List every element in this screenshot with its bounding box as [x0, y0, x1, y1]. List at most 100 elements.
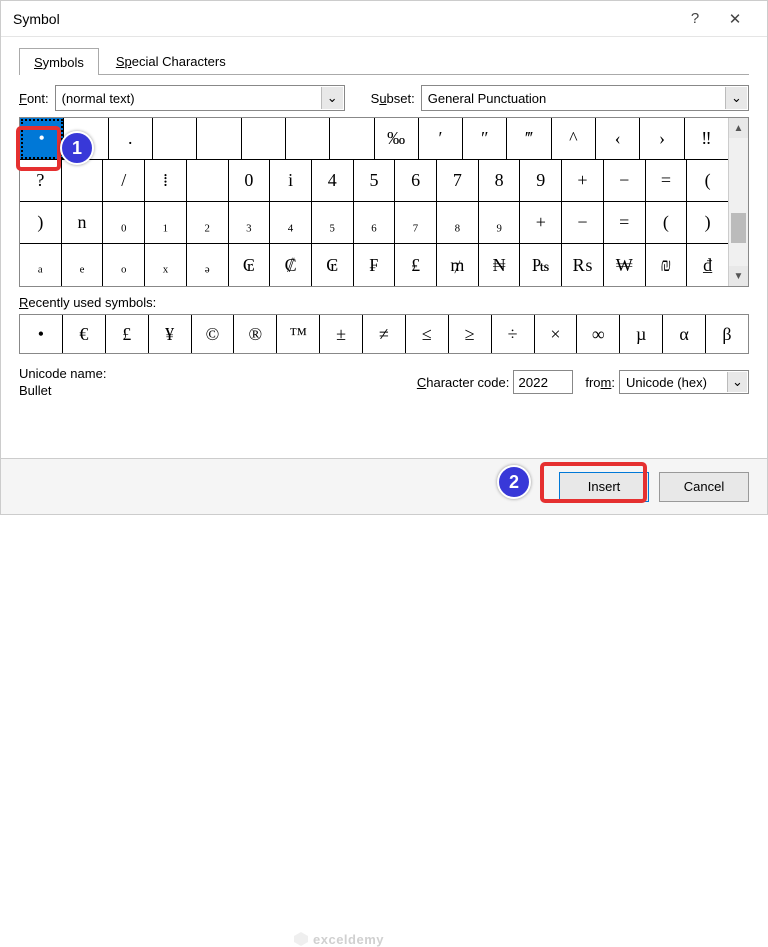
- font-dropdown[interactable]: (normal text) ⌄: [55, 85, 345, 111]
- symbol-cell[interactable]: ₆: [354, 202, 396, 244]
- symbol-cell[interactable]: ^: [552, 118, 596, 160]
- recent-symbol-cell[interactable]: •: [20, 315, 63, 353]
- recent-symbol-cell[interactable]: α: [663, 315, 706, 353]
- symbol-cell[interactable]: ″: [463, 118, 507, 160]
- symbol-cell[interactable]: ₂: [187, 202, 229, 244]
- recent-symbol-cell[interactable]: €: [63, 315, 106, 353]
- insert-button[interactable]: Insert: [559, 472, 649, 502]
- recent-symbol-cell[interactable]: ©: [192, 315, 235, 353]
- symbol-cell[interactable]: ⁞: [145, 160, 187, 202]
- symbol-cell[interactable]: ₉: [479, 202, 521, 244]
- symbol-cell[interactable]: +: [562, 160, 604, 202]
- symbol-cell[interactable]: 6: [395, 160, 437, 202]
- from-dropdown[interactable]: Unicode (hex) ⌄: [619, 370, 749, 394]
- symbol-cell[interactable]: ₢: [229, 244, 271, 286]
- dialog-title: Symbol: [13, 11, 675, 27]
- symbol-cell[interactable]: [286, 118, 330, 160]
- symbol-cell[interactable]: 8: [479, 160, 521, 202]
- symbol-cell[interactable]: =: [604, 202, 646, 244]
- recent-symbol-cell[interactable]: ≥: [449, 315, 492, 353]
- close-button[interactable]: ✕: [715, 10, 755, 28]
- symbol-cell[interactable]: [197, 118, 241, 160]
- symbol-cell[interactable]: ₣: [354, 244, 396, 286]
- symbol-cell[interactable]: ′: [419, 118, 463, 160]
- symbol-cell[interactable]: ₪: [646, 244, 688, 286]
- recent-symbol-cell[interactable]: µ: [620, 315, 663, 353]
- symbol-cell[interactable]: ₤: [395, 244, 437, 286]
- recent-symbol-cell[interactable]: ™: [277, 315, 320, 353]
- symbol-cell[interactable]: 0: [229, 160, 271, 202]
- symbol-cell[interactable]: ‰: [375, 118, 419, 160]
- symbol-cell[interactable]: ₀: [103, 202, 145, 244]
- recent-symbol-cell[interactable]: ≠: [363, 315, 406, 353]
- symbol-cell[interactable]: −: [604, 160, 646, 202]
- symbol-cell[interactable]: ‼: [685, 118, 728, 160]
- symbol-cell[interactable]: ₓ: [145, 244, 187, 286]
- symbol-cell[interactable]: ₦: [479, 244, 521, 286]
- symbol-cell[interactable]: ₃: [229, 202, 271, 244]
- symbol-cell[interactable]: ‴: [507, 118, 551, 160]
- symbol-cell[interactable]: ): [687, 202, 728, 244]
- symbol-cell[interactable]: ₩: [604, 244, 646, 286]
- symbol-cell[interactable]: ₥: [437, 244, 479, 286]
- symbol-cell[interactable]: ›: [640, 118, 684, 160]
- symbol-cell[interactable]: ₒ: [103, 244, 145, 286]
- symbol-cell[interactable]: .: [109, 118, 153, 160]
- symbol-cell[interactable]: ₐ: [20, 244, 62, 286]
- subset-dropdown[interactable]: General Punctuation ⌄: [421, 85, 749, 111]
- symbol-cell[interactable]: ₨: [562, 244, 604, 286]
- grid-scrollbar[interactable]: ▲ ▼: [728, 118, 748, 286]
- symbol-cell[interactable]: 7: [437, 160, 479, 202]
- symbol-cell[interactable]: ₡: [270, 244, 312, 286]
- recent-symbol-cell[interactable]: β: [706, 315, 748, 353]
- recent-symbol-cell[interactable]: £: [106, 315, 149, 353]
- tab-special-characters[interactable]: Special Characters: [101, 47, 241, 74]
- recent-symbol-cell[interactable]: ¥: [149, 315, 192, 353]
- recent-symbol-cell[interactable]: ≤: [406, 315, 449, 353]
- symbol-cell[interactable]: ): [20, 202, 62, 244]
- symbol-cell[interactable]: ₅: [312, 202, 354, 244]
- symbol-cell[interactable]: •: [20, 118, 64, 160]
- cancel-button[interactable]: Cancel: [659, 472, 749, 502]
- symbol-cell[interactable]: +: [520, 202, 562, 244]
- symbol-cell[interactable]: [62, 160, 104, 202]
- symbol-cell[interactable]: ₢: [312, 244, 354, 286]
- symbol-cell[interactable]: ?: [20, 160, 62, 202]
- scroll-track[interactable]: [729, 138, 748, 266]
- symbol-cell[interactable]: ₄: [270, 202, 312, 244]
- symbol-cell[interactable]: ₈: [437, 202, 479, 244]
- symbol-cell[interactable]: (: [646, 202, 688, 244]
- watermark: exceldemy: [293, 931, 384, 947]
- symbol-cell[interactable]: [242, 118, 286, 160]
- symbol-cell[interactable]: i: [270, 160, 312, 202]
- tab-symbols[interactable]: Symbols: [19, 48, 99, 75]
- symbol-cell[interactable]: (: [687, 160, 728, 202]
- symbol-cell[interactable]: [187, 160, 229, 202]
- symbol-cell[interactable]: /: [103, 160, 145, 202]
- symbol-cell[interactable]: ‹: [596, 118, 640, 160]
- symbol-cell[interactable]: −: [562, 202, 604, 244]
- symbol-cell[interactable]: ₫: [687, 244, 728, 286]
- symbol-cell[interactable]: ₔ: [187, 244, 229, 286]
- recent-symbol-cell[interactable]: ∞: [577, 315, 620, 353]
- symbol-cell[interactable]: 5: [354, 160, 396, 202]
- symbol-cell[interactable]: ₇: [395, 202, 437, 244]
- symbol-cell[interactable]: [330, 118, 374, 160]
- symbol-cell[interactable]: ₁: [145, 202, 187, 244]
- symbol-cell[interactable]: n: [62, 202, 104, 244]
- recent-symbol-cell[interactable]: ÷: [492, 315, 535, 353]
- symbol-cell[interactable]: ₑ: [62, 244, 104, 286]
- recent-symbol-cell[interactable]: ±: [320, 315, 363, 353]
- symbol-cell[interactable]: 4: [312, 160, 354, 202]
- char-code-input[interactable]: [513, 370, 573, 394]
- scroll-up-icon[interactable]: ▲: [729, 118, 748, 138]
- recent-symbol-cell[interactable]: ×: [535, 315, 578, 353]
- symbol-cell[interactable]: =: [646, 160, 688, 202]
- scroll-thumb[interactable]: [731, 213, 746, 243]
- symbol-cell[interactable]: [153, 118, 197, 160]
- help-button[interactable]: ?: [675, 10, 715, 27]
- symbol-cell[interactable]: 9: [520, 160, 562, 202]
- scroll-down-icon[interactable]: ▼: [729, 266, 748, 286]
- symbol-cell[interactable]: ₧: [520, 244, 562, 286]
- recent-symbol-cell[interactable]: ®: [234, 315, 277, 353]
